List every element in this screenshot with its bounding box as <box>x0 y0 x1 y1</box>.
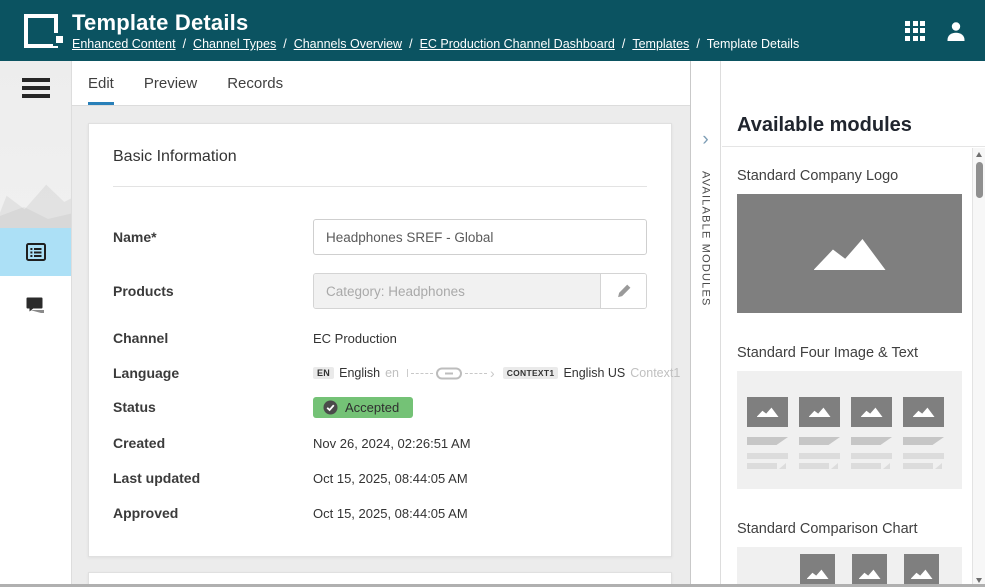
scrollbar-up-arrow[interactable] <box>976 152 982 157</box>
language-mapping: EN English en › CONTEXT1 English US Cont… <box>313 366 680 380</box>
logo-dot <box>56 36 63 43</box>
products-input <box>314 274 600 308</box>
approved-label: Approved <box>113 505 313 521</box>
approved-value: Oct 15, 2025, 08:44:05 AM <box>313 506 468 521</box>
breadcrumb-ec-production-channel-dashboard[interactable]: EC Production Channel Dashboard <box>420 37 615 51</box>
module-label: Standard Comparison Chart <box>737 519 962 539</box>
breadcrumb-current-page: Template Details <box>707 37 799 51</box>
tab-bar: Edit Preview Records <box>72 61 690 106</box>
pencil-icon <box>616 283 632 299</box>
module-label: Standard Four Image & Text <box>737 343 962 363</box>
target-language-name: English US <box>563 366 625 380</box>
edit-products-button[interactable] <box>600 274 646 308</box>
panel-scrollbar <box>972 148 985 587</box>
field-row-language: Language EN English en › CONTEXT1 Englis… <box>113 364 647 382</box>
source-language-name: English <box>339 366 380 380</box>
status-badge-text: Accepted <box>345 400 399 415</box>
status-label: Status <box>113 399 313 415</box>
basic-information-card: Basic Information Name* Products Channel… <box>88 123 672 557</box>
status-badge: Accepted <box>313 397 413 418</box>
form-list-icon <box>24 240 48 264</box>
image-placeholder-icon <box>911 569 933 579</box>
breadcrumb-channels-overview[interactable]: Channels Overview <box>294 37 402 51</box>
section-divider <box>113 186 647 187</box>
field-row-name: Name* <box>113 219 647 255</box>
module-label: Standard Company Logo <box>737 166 962 186</box>
page-title: Template Details <box>72 10 905 36</box>
panel-vertical-label: AVAILABLE MODULES <box>700 171 712 307</box>
left-sidebar <box>0 61 72 587</box>
image-placeholder-icon <box>859 569 881 579</box>
arrow-right-icon: › <box>490 368 495 378</box>
source-language-code-badge: EN <box>313 367 334 379</box>
chevron-right-icon[interactable]: › <box>702 131 708 149</box>
image-placeholder-icon <box>814 237 886 270</box>
app-logo-icon <box>24 14 58 48</box>
target-context-badge: CONTEXT1 <box>503 367 559 379</box>
field-row-created: Created Nov 26, 2024, 02:26:51 AM <box>113 434 647 452</box>
image-placeholder-icon <box>861 407 883 417</box>
breadcrumb-enhanced-content[interactable]: Enhanced Content <box>72 37 176 51</box>
language-label: Language <box>113 365 313 381</box>
module-thumbnail-company-logo[interactable] <box>737 194 962 313</box>
panel-title: Available modules <box>737 114 912 137</box>
image-placeholder-icon <box>809 407 831 417</box>
menu-toggle-hamburger-icon[interactable] <box>22 78 50 102</box>
breadcrumb-channel-types[interactable]: Channel Types <box>193 37 276 51</box>
available-modules-panel: › AVAILABLE MODULES Available modules St… <box>690 61 985 587</box>
language-mapping-connector: › <box>407 367 495 380</box>
header-text: Template Details Enhanced Content/Channe… <box>72 10 905 51</box>
channel-label: Channel <box>113 330 313 346</box>
chat-bubble-icon <box>24 293 48 317</box>
tab-edit[interactable]: Edit <box>88 61 114 105</box>
user-profile-icon[interactable] <box>945 20 967 42</box>
modules-list: Standard Company Logo Standard Four Imag… <box>722 148 972 587</box>
check-circle-icon <box>323 400 338 415</box>
field-row-last-updated: Last updated Oct 15, 2025, 08:44:05 AM <box>113 469 647 487</box>
name-label: Name* <box>113 229 313 245</box>
module-thumbnail-comparison-chart[interactable] <box>737 547 962 587</box>
channel-value: EC Production <box>313 331 397 346</box>
source-language-locale: en <box>385 366 399 380</box>
app-header: Template Details Enhanced Content/Channe… <box>0 0 985 61</box>
created-label: Created <box>113 435 313 451</box>
scrollbar-down-arrow[interactable] <box>976 578 982 583</box>
sidebar-item-comments[interactable] <box>0 281 71 329</box>
last-updated-value: Oct 15, 2025, 08:44:05 AM <box>313 471 468 486</box>
scrollbar-thumb[interactable] <box>976 162 983 198</box>
module-standard-comparison-chart[interactable]: Standard Comparison Chart <box>737 519 962 587</box>
apps-grid-icon[interactable] <box>905 21 925 41</box>
collapse-panel-strip[interactable]: › AVAILABLE MODULES <box>690 61 721 587</box>
breadcrumb-templates[interactable]: Templates <box>632 37 689 51</box>
image-placeholder-icon <box>913 407 935 417</box>
panel-header: Available modules <box>722 61 985 147</box>
name-input[interactable] <box>313 219 647 255</box>
sidebar-item-template-editor[interactable] <box>0 228 71 276</box>
header-actions <box>905 20 967 42</box>
main-content: Basic Information Name* Products Channel… <box>72 106 690 587</box>
image-placeholder-icon <box>757 407 779 417</box>
module-thumbnail-four-image-text[interactable] <box>737 371 962 489</box>
tab-records[interactable]: Records <box>227 61 283 105</box>
tab-preview[interactable]: Preview <box>144 61 197 105</box>
target-language-locale: Context1 <box>630 366 680 380</box>
module-standard-company-logo[interactable]: Standard Company Logo <box>737 166 962 313</box>
field-row-status: Status Accepted <box>113 396 647 418</box>
field-row-products: Products <box>113 273 647 309</box>
field-row-channel: Channel EC Production <box>113 329 647 347</box>
template-details-screen: Template Details Enhanced Content/Channe… <box>0 0 985 587</box>
products-control <box>313 273 647 309</box>
module-standard-four-image-text[interactable]: Standard Four Image & Text <box>737 343 962 489</box>
created-value: Nov 26, 2024, 02:26:51 AM <box>313 436 471 451</box>
link-icon <box>436 367 462 380</box>
section-title: Basic Information <box>113 146 647 168</box>
field-row-approved: Approved Oct 15, 2025, 08:44:05 AM <box>113 504 647 522</box>
breadcrumb: Enhanced Content/Channel Types/Channels … <box>72 37 905 51</box>
image-placeholder-icon <box>807 569 829 579</box>
products-label: Products <box>113 283 313 299</box>
last-updated-label: Last updated <box>113 470 313 486</box>
